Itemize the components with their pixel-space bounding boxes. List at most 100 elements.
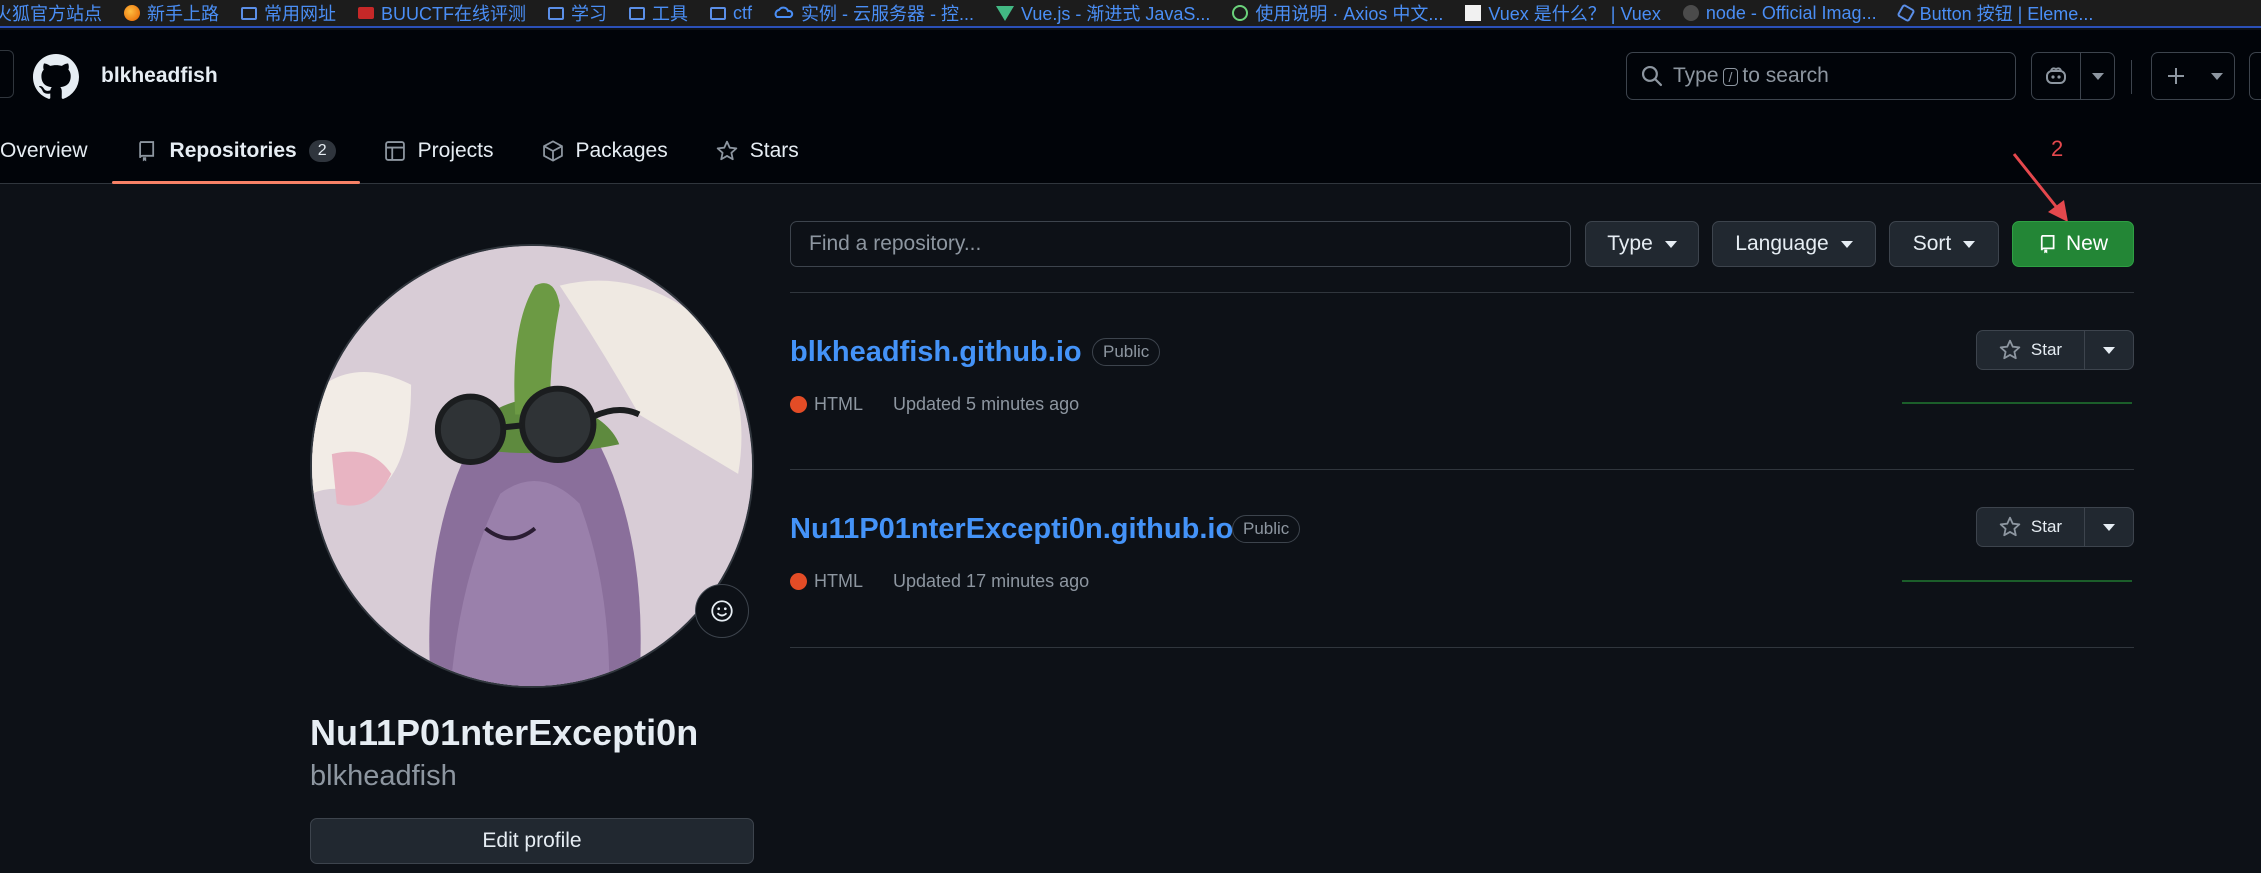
list-divider bbox=[790, 647, 2134, 648]
bookmark-folder-tools[interactable]: 工具 bbox=[629, 0, 688, 26]
activity-sparkline bbox=[1902, 402, 2132, 404]
copilot-button[interactable] bbox=[2032, 53, 2080, 99]
bookmark-folder-study[interactable]: 学习 bbox=[548, 0, 607, 26]
bookmark-cloud-server[interactable]: 实例 - 云服务器 - 控... bbox=[774, 0, 974, 26]
repo-language: HTML bbox=[814, 571, 863, 591]
tab-label: Stars bbox=[749, 139, 799, 162]
bookmark-text: 使用说明 · Axios 中文... bbox=[1255, 4, 1444, 24]
folder-icon bbox=[710, 6, 726, 20]
bookmark-text: 常用网址 bbox=[264, 4, 336, 24]
edit-profile-button[interactable]: Edit profile bbox=[310, 818, 754, 864]
sort-label: Sort bbox=[1912, 232, 1952, 255]
search-input[interactable]: Type / to search bbox=[1626, 52, 2016, 100]
new-button-label: New bbox=[2065, 232, 2108, 255]
search-shortcut-key: / bbox=[1722, 68, 1739, 86]
create-dropdown[interactable] bbox=[2200, 53, 2234, 99]
bookmark-text: ctf bbox=[733, 2, 753, 23]
tab-label: Overview bbox=[0, 139, 88, 162]
language-color-dot bbox=[790, 396, 807, 413]
list-divider bbox=[790, 292, 2134, 293]
app-header: blkheadfish Type / to search Overview Repo… bbox=[0, 30, 2261, 184]
annotation-arrow-icon bbox=[2012, 153, 2068, 222]
search-icon bbox=[1641, 65, 1663, 87]
bookmark-text: Vuex 是什么？ | Vuex bbox=[1488, 4, 1661, 24]
language-color-dot bbox=[790, 573, 807, 590]
language-filter-button[interactable]: Language bbox=[1712, 221, 1876, 267]
star-button[interactable]: Star bbox=[1977, 508, 2085, 546]
visibility-badge: Public bbox=[1232, 515, 1301, 543]
repo-name-link[interactable]: blkheadfish.github.io bbox=[790, 336, 1082, 369]
repo-meta: HTML Updated 17 minutes ago bbox=[790, 571, 1089, 592]
star-list-dropdown[interactable] bbox=[2085, 331, 2133, 369]
bookmark-element-button[interactable]: Button 按钮 | Eleme... bbox=[1896, 0, 2093, 26]
copilot-dropdown[interactable] bbox=[2080, 53, 2114, 99]
star-label: Star bbox=[2030, 517, 2063, 536]
star-list-dropdown[interactable] bbox=[2085, 508, 2133, 546]
avatar-image-icon bbox=[312, 246, 752, 686]
repo-icon bbox=[2040, 235, 2055, 254]
star-icon bbox=[1999, 339, 2021, 360]
type-filter-button[interactable]: Type bbox=[1585, 221, 1699, 267]
bookmark-getting-started[interactable]: 新手上路 bbox=[124, 0, 219, 26]
search-prefix: Type bbox=[1673, 64, 1719, 87]
copilot-icon bbox=[2046, 67, 2066, 84]
vuex-icon bbox=[1465, 5, 1482, 21]
bookmark-node-image[interactable]: node - Official Imag... bbox=[1682, 2, 1877, 24]
bookmark-text: 新手上路 bbox=[147, 4, 219, 24]
chevron-down-icon bbox=[1664, 240, 1677, 248]
bookmark-text: 火狐官方站点 bbox=[0, 4, 102, 24]
chevron-down-icon bbox=[2211, 72, 2223, 80]
find-repository-input[interactable] bbox=[790, 221, 1571, 267]
issues-button[interactable] bbox=[2249, 52, 2261, 100]
visibility-badge: Public bbox=[1092, 338, 1161, 366]
tab-stars[interactable]: Stars bbox=[692, 118, 823, 184]
owner-name[interactable]: blkheadfish bbox=[101, 64, 218, 88]
vue-icon bbox=[996, 5, 1015, 21]
bookmark-folder-common[interactable]: 常用网址 bbox=[241, 0, 336, 26]
chevron-down-icon bbox=[1963, 240, 1976, 248]
github-logo-icon[interactable] bbox=[33, 54, 79, 100]
bookmark-firefox-site[interactable]: 火狐官方站点 bbox=[0, 0, 102, 26]
bookmark-buuctf[interactable]: BUUCTF在线评测 bbox=[358, 0, 526, 26]
bookmark-vue[interactable]: Vue.js - 渐进式 JavaS... bbox=[996, 0, 1210, 26]
avatar bbox=[310, 244, 754, 688]
tab-projects[interactable]: Projects bbox=[360, 118, 518, 184]
repo-meta: HTML Updated 5 minutes ago bbox=[790, 394, 1079, 415]
buuctf-icon bbox=[358, 7, 374, 19]
repo-icon bbox=[138, 141, 154, 162]
bookmark-text: node - Official Imag... bbox=[1705, 2, 1877, 23]
table-icon bbox=[384, 141, 405, 161]
list-divider bbox=[790, 469, 2134, 470]
folder-icon bbox=[241, 6, 257, 20]
bookmark-text: 学习 bbox=[571, 4, 607, 24]
set-status-button[interactable] bbox=[695, 584, 749, 638]
bookmark-vuex[interactable]: Vuex 是什么？ | Vuex bbox=[1465, 0, 1661, 26]
tab-packages[interactable]: Packages bbox=[518, 118, 692, 184]
star-button-group: Star bbox=[1976, 330, 2134, 370]
copilot-button-group bbox=[2031, 52, 2115, 100]
star-icon bbox=[716, 140, 737, 161]
tab-repositories[interactable]: Repositories 2 bbox=[111, 118, 360, 184]
package-icon bbox=[542, 140, 563, 162]
tab-overview[interactable]: Overview bbox=[0, 118, 112, 184]
star-button-group: Star bbox=[1976, 507, 2134, 547]
docker-icon bbox=[1682, 5, 1699, 21]
repo-name-link[interactable]: Nu11P01nterExcepti0n.github.io bbox=[790, 513, 1233, 546]
header-divider bbox=[2131, 60, 2132, 94]
menu-button[interactable] bbox=[0, 50, 14, 98]
bookmark-text: Vue.js - 渐进式 JavaS... bbox=[1021, 4, 1211, 24]
star-button[interactable]: Star bbox=[1977, 331, 2085, 369]
repo-count-badge: 2 bbox=[308, 140, 336, 162]
create-new-button[interactable] bbox=[2151, 52, 2235, 100]
type-filter-label: Type bbox=[1607, 232, 1653, 255]
folder-icon bbox=[629, 6, 645, 20]
activity-sparkline bbox=[1902, 580, 2132, 582]
profile-full-name: Nu11P01nterExcepti0n bbox=[310, 712, 699, 753]
new-repository-button[interactable]: New bbox=[2012, 221, 2134, 267]
profile-login: blkheadfish bbox=[310, 760, 457, 792]
sort-button[interactable]: Sort bbox=[1889, 221, 1999, 267]
star-icon bbox=[1999, 516, 2021, 537]
bookmark-axios[interactable]: 使用说明 · Axios 中文... bbox=[1232, 0, 1443, 26]
plus-button[interactable] bbox=[2152, 53, 2200, 99]
bookmark-folder-ctf[interactable]: ctf bbox=[710, 3, 752, 24]
